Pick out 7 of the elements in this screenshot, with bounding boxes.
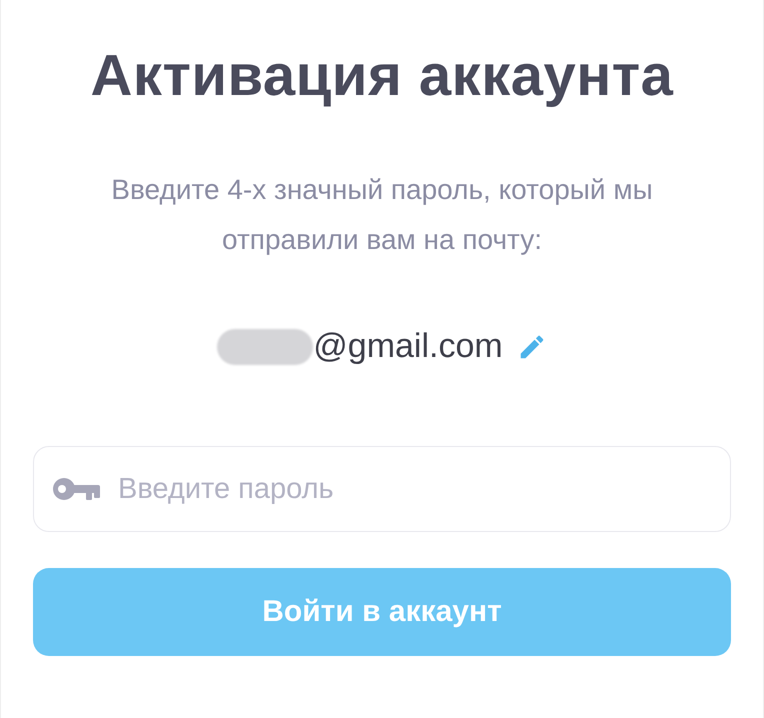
- password-input[interactable]: Введите пароль: [116, 472, 712, 506]
- email-address: @gmail.com: [313, 327, 503, 366]
- key-icon: [52, 476, 102, 502]
- password-field[interactable]: Введите пароль: [33, 446, 731, 532]
- instructions-text: Введите 4-х значный пароль, который мы отправили вам на почту:: [110, 173, 654, 257]
- page-title: Активация аккаунта: [90, 42, 674, 109]
- login-button[interactable]: Войти в аккаунт: [33, 568, 731, 656]
